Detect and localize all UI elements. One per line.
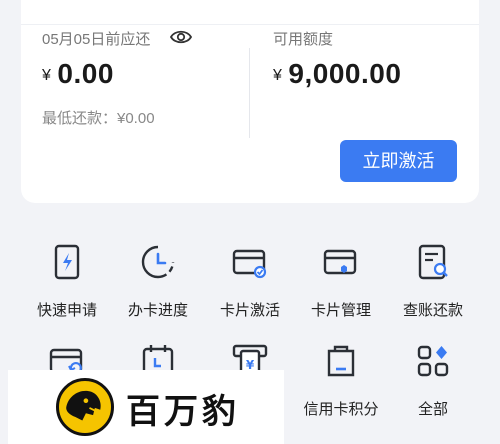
service-label: 查账还款 (402, 302, 463, 319)
leopard-logo-icon (56, 378, 114, 436)
service-bill-repay[interactable]: 查账还款 (383, 232, 483, 320)
credit-limit-label: 可用额度 (273, 31, 334, 48)
watermark-text: 百万豹 (126, 392, 240, 432)
due-currency: ¥ (42, 67, 52, 84)
credit-amount: ¥9,000.00 (273, 58, 401, 90)
service-label: 办卡进度 (127, 302, 188, 319)
due-amount: ¥0.00 (42, 58, 114, 90)
service-label: 全部 (417, 401, 448, 418)
service-progress[interactable]: 办卡进度 (108, 232, 208, 320)
service-card-manage[interactable]: 卡片管理 (291, 232, 391, 320)
service-label: 卡片管理 (310, 302, 371, 319)
progress-clock-icon (141, 245, 175, 279)
vertical-divider (249, 48, 250, 138)
service-label: 信用卡积分 (303, 401, 379, 418)
service-all[interactable]: 全部 (383, 331, 483, 419)
service-label: 快速申请 (36, 302, 97, 319)
card-activate-icon (232, 249, 267, 279)
activate-button[interactable]: 立即激活 (340, 140, 457, 182)
phone-bolt-icon (54, 244, 80, 280)
card-divider (21, 24, 479, 25)
eye-icon[interactable] (170, 28, 192, 46)
due-amount-value: 0.00 (57, 58, 114, 89)
card-manage-icon (323, 249, 357, 275)
all-grid-icon (417, 345, 449, 377)
service-quick-apply[interactable]: 快速申请 (17, 232, 117, 320)
credit-currency: ¥ (273, 67, 283, 84)
service-credit-points[interactable]: 信用卡积分 (291, 331, 391, 419)
bill-search-icon (418, 244, 448, 280)
min-payment-text: 最低还款：¥0.00 (42, 110, 155, 127)
due-date-label: 05月05日前应还 (42, 31, 151, 48)
credit-amount-value: 9,000.00 (288, 58, 402, 89)
service-card-activate[interactable]: 卡片激活 (200, 232, 300, 320)
service-label: 卡片激活 (219, 302, 280, 319)
points-bag-icon (327, 345, 355, 377)
